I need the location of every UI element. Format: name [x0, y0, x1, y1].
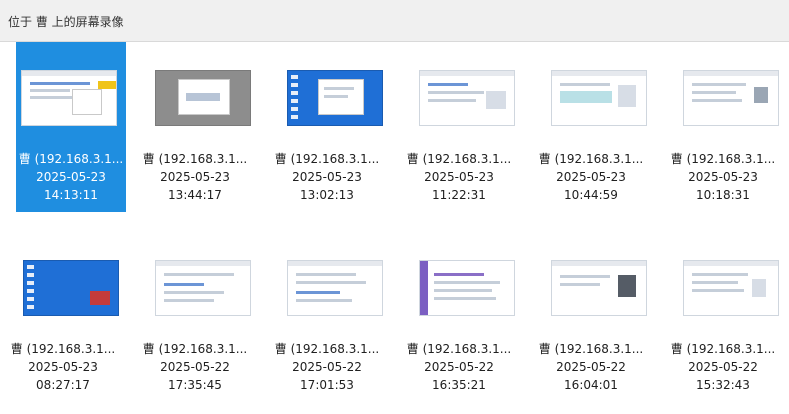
- file-name: 曹 (192.168.3.1...: [406, 342, 512, 356]
- video-file-item[interactable]: 曹 (192.168.3.1... 2025-05-22 15:32:43: [668, 232, 779, 402]
- file-time: 13:02:13: [300, 188, 354, 202]
- video-thumbnail: [21, 70, 117, 126]
- file-time: 17:01:53: [300, 378, 354, 392]
- video-file-item[interactable]: 曹 (192.168.3.1... 2025-05-22 16:35:21: [404, 232, 515, 402]
- file-date: 2025-05-23: [688, 170, 758, 184]
- video-file-item[interactable]: 曹 (192.168.3.1... 2025-05-23 13:02:13: [272, 42, 383, 212]
- file-name: 曹 (192.168.3.1...: [18, 152, 124, 166]
- file-time: 15:32:43: [696, 378, 750, 392]
- file-date: 2025-05-23: [556, 170, 626, 184]
- file-time: 10:18:31: [696, 188, 750, 202]
- video-thumbnail: [23, 260, 119, 316]
- video-file-item[interactable]: 曹 (192.168.3.1... 2025-05-23 10:44:59: [536, 42, 647, 212]
- video-thumbnail: [683, 260, 779, 316]
- file-time: 11:22:31: [432, 188, 486, 202]
- video-file-item[interactable]: 曹 (192.168.3.1... 2025-05-22 17:35:45: [140, 232, 251, 402]
- video-file-item[interactable]: 曹 (192.168.3.1... 2025-05-23 10:18:31: [668, 42, 779, 212]
- video-thumbnail: [683, 70, 779, 126]
- location-bar[interactable]: 位于 曹 上的屏幕录像: [0, 0, 789, 42]
- file-name: 曹 (192.168.3.1...: [538, 342, 644, 356]
- file-time: 16:35:21: [432, 378, 486, 392]
- location-text: 位于 曹 上的屏幕录像: [8, 15, 124, 29]
- file-name: 曹 (192.168.3.1...: [274, 152, 380, 166]
- file-time: 14:13:11: [44, 188, 98, 202]
- file-name: 曹 (192.168.3.1...: [670, 342, 776, 356]
- file-time: 10:44:59: [564, 188, 618, 202]
- file-name: 曹 (192.168.3.1...: [670, 152, 776, 166]
- video-file-item[interactable]: 曹 (192.168.3.1... 2025-05-22 17:01:53: [272, 232, 383, 402]
- file-date: 2025-05-22: [160, 360, 230, 374]
- file-date: 2025-05-22: [424, 360, 494, 374]
- file-time: 08:27:17: [36, 378, 90, 392]
- file-name: 曹 (192.168.3.1...: [142, 152, 248, 166]
- file-name: 曹 (192.168.3.1...: [142, 342, 248, 356]
- file-name: 曹 (192.168.3.1...: [406, 152, 512, 166]
- video-thumbnail: [287, 70, 383, 126]
- file-date: 2025-05-23: [292, 170, 362, 184]
- video-thumbnail: [287, 260, 383, 316]
- video-thumbnail: [551, 260, 647, 316]
- file-date: 2025-05-23: [28, 360, 98, 374]
- video-file-item[interactable]: 曹 (192.168.3.1... 2025-05-23 08:27:17: [8, 232, 119, 402]
- file-date: 2025-05-22: [556, 360, 626, 374]
- video-thumbnail: [155, 260, 251, 316]
- file-date: 2025-05-22: [292, 360, 362, 374]
- video-file-item[interactable]: 曹 (192.168.3.1... 2025-05-22 16:04:01: [536, 232, 647, 402]
- file-date: 2025-05-23: [160, 170, 230, 184]
- video-thumbnail: [419, 70, 515, 126]
- video-thumbnail: [155, 70, 251, 126]
- file-time: 17:35:45: [168, 378, 222, 392]
- file-name: 曹 (192.168.3.1...: [538, 152, 644, 166]
- video-thumbnail: [419, 260, 515, 316]
- video-thumbnail: [551, 70, 647, 126]
- file-date: 2025-05-23: [36, 170, 106, 184]
- file-explorer-view: 位于 曹 上的屏幕录像 曹 (192.168.3.1... 2025-05-23…: [0, 0, 789, 414]
- file-name: 曹 (192.168.3.1...: [274, 342, 380, 356]
- video-file-item[interactable]: 曹 (192.168.3.1... 2025-05-23 11:22:31: [404, 42, 515, 212]
- file-date: 2025-05-23: [424, 170, 494, 184]
- file-time: 13:44:17: [168, 188, 222, 202]
- file-date: 2025-05-22: [688, 360, 758, 374]
- file-time: 16:04:01: [564, 378, 618, 392]
- video-file-item[interactable]: 曹 (192.168.3.1... 2025-05-23 13:44:17: [140, 42, 251, 212]
- file-name: 曹 (192.168.3.1...: [10, 342, 116, 356]
- video-file-item[interactable]: 曹 (192.168.3.1... 2025-05-23 14:13:11: [16, 42, 126, 212]
